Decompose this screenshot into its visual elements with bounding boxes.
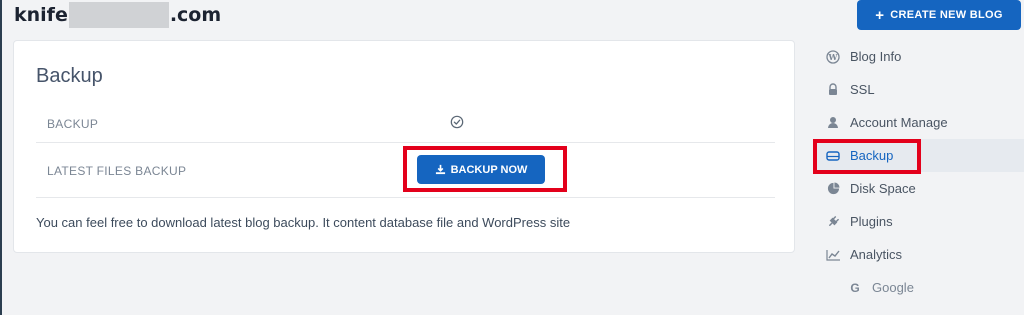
backup-now-label: BACKUP NOW [450,163,528,176]
redacted-block [68,2,169,28]
backup-row: BACKUP [36,106,775,143]
sidebar-item-label: Backup [850,148,894,163]
sidebar-item-ssl[interactable]: SSL [815,73,1024,106]
sidebar-item-backup[interactable]: Backup [815,139,1024,172]
backup-row-label: BACKUP [47,117,99,131]
sidebar-item-label: SSL [850,82,875,97]
backup-now-button[interactable]: BACKUP NOW [417,155,545,184]
sidebar: W Blog Info SSL Account Manage Backup Di… [815,40,1024,304]
sidebar-item-account-manage[interactable]: Account Manage [815,106,1024,139]
hard-drive-icon [825,148,841,164]
create-new-blog-button[interactable]: + CREATE NEW BLOG [857,0,1021,30]
sidebar-item-label: Disk Space [850,181,916,196]
site-title: knife .com [14,2,221,28]
sidebar-item-disk-space[interactable]: Disk Space [815,172,1024,205]
sidebar-item-label: Google [872,280,914,295]
create-new-blog-label: CREATE NEW BLOG [890,9,1003,21]
sidebar-item-blog-info[interactable]: W Blog Info [815,40,1024,73]
sidebar-item-label: Account Manage [850,115,948,130]
lock-icon [825,82,841,98]
site-name-prefix: knife [14,4,68,26]
latest-files-backup-label: LATEST FILES BACKUP [47,164,187,178]
sidebar-item-label: Plugins [850,214,893,229]
svg-text:W: W [828,52,839,62]
sidebar-item-google[interactable]: G Google [815,271,1024,304]
site-name-suffix: .com [169,4,222,26]
download-icon [435,164,445,175]
plus-icon: + [875,6,885,24]
latest-files-backup-row: LATEST FILES BACKUP BACKUP NOW [36,143,775,198]
card-title: Backup [36,65,103,87]
line-chart-icon [825,247,841,263]
plug-icon [825,214,841,230]
sidebar-item-label: Blog Info [850,49,902,64]
backup-note: You can feel free to download latest blo… [36,215,571,230]
backup-card: Backup BACKUP LATEST FILES BACKUP BACKUP… [13,40,795,253]
sidebar-item-label: Analytics [850,247,903,262]
sidebar-item-analytics[interactable]: Analytics [815,238,1024,271]
wordpress-icon: W [825,49,841,65]
google-icon: G [850,280,860,295]
check-circle-icon [450,115,464,129]
user-icon [825,115,841,131]
left-border [0,0,2,315]
sidebar-item-plugins[interactable]: Plugins [815,205,1024,238]
pie-chart-icon [825,181,841,197]
